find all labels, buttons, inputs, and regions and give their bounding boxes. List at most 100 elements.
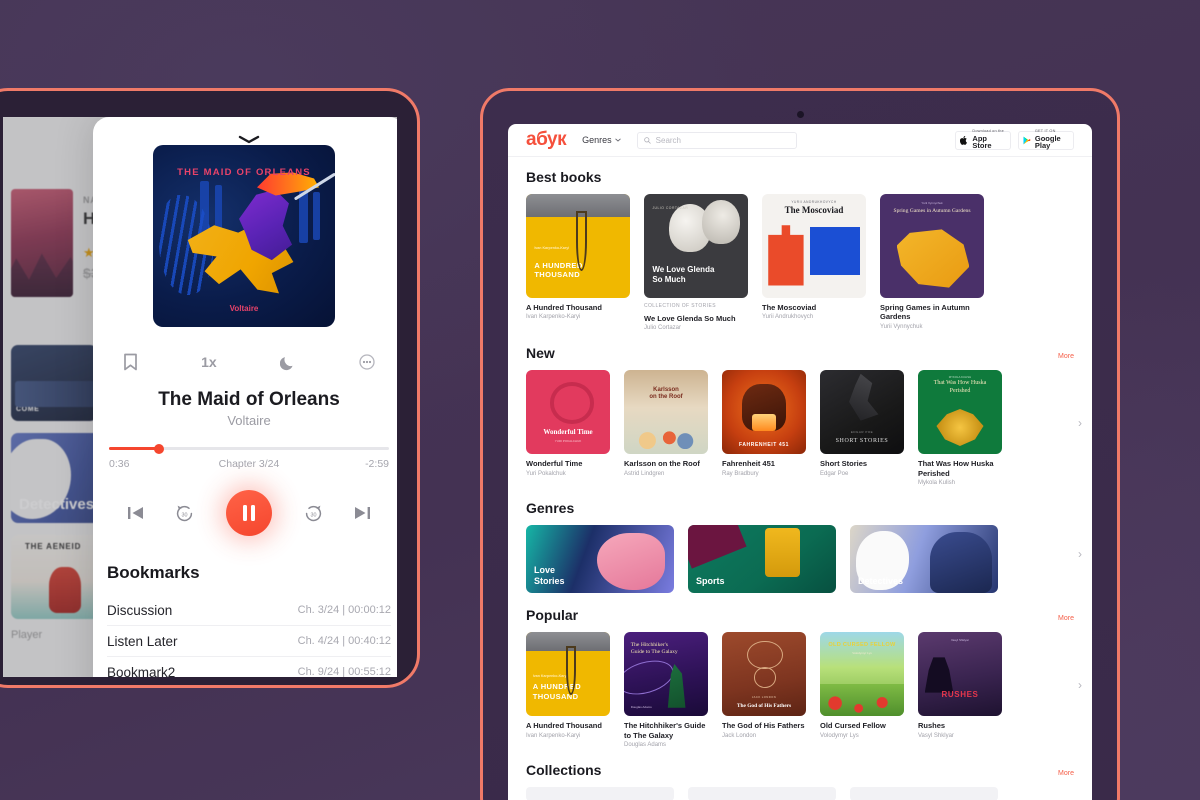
genre-row: Love Stories Sports Detectives: [526, 525, 1074, 594]
book-row: Ivan Karpenko-Karyi A HUNDRED THOUSAND A…: [526, 632, 1074, 748]
genre-label: Detectives: [858, 575, 904, 586]
bookmark-meta: Ch. 9/24 | 00:55:12: [297, 666, 391, 677]
book-card[interactable]: OLD CURSED FELLOW Volodymyr Lys Old Curs…: [820, 632, 904, 748]
more-link[interactable]: More: [1058, 770, 1074, 777]
book-cover: Ivan Karpenko-Karyi A HUNDRED THOUSAND: [526, 632, 610, 717]
more-icon[interactable]: [359, 354, 375, 370]
book-cover: Ivan Karpenko-Karyi A HUNDRED THOUSAND: [526, 194, 630, 298]
album-cover[interactable]: THE MAID OF ORLEANS Voltaire: [153, 145, 335, 327]
book-title: Rushes: [918, 721, 946, 731]
google-play-icon: [1023, 136, 1031, 144]
book-title: We Love Glenda So Much: [644, 314, 736, 323]
book-card[interactable]: MYKOLA KULISH That Was How Huska Perishe…: [918, 370, 1002, 486]
book-title: A Hundred Thousand: [526, 721, 602, 731]
book-card[interactable]: Ivan Karpenko-Karyi A HUNDRED THOUSAND A…: [526, 632, 610, 748]
bookmark-meta: Ch. 3/24 | 00:00:12: [297, 604, 391, 616]
book-card[interactable]: Karlsson on the Roof Karlsson on the Roo…: [624, 370, 708, 486]
book-card[interactable]: Vasyl Shklyar RUSHES Rushes Vasyl Shklya…: [918, 632, 1002, 748]
book-cover: Wonderful Time YURI POKALCHUK: [526, 370, 610, 455]
book-author: Yurii Vynnychuk: [880, 323, 923, 330]
play-pause-button[interactable]: [225, 490, 272, 536]
collection-card[interactable]: [850, 786, 998, 800]
chevron-right-icon[interactable]: ›: [1078, 416, 1082, 430]
progress-thumb[interactable]: [154, 443, 165, 454]
genre-card-sports[interactable]: Sports: [688, 525, 836, 594]
book-card[interactable]: Yurii Vynnychuk Spring Games in Autumn G…: [880, 194, 984, 331]
volume-down-button[interactable]: [1117, 247, 1120, 287]
book-author: Yuri Pokalchuk: [526, 470, 566, 477]
book-author: Julio Cortazar: [644, 325, 682, 332]
book-kicker: COLLECTION OF STORIES: [644, 303, 716, 309]
book-card[interactable]: Ivan Karpenko-Karyi A HUNDRED THOUSAND A…: [526, 194, 630, 331]
book-cover: OLD CURSED FELLOW Volodymyr Lys: [820, 632, 904, 717]
app-store-label: App Store: [972, 133, 992, 151]
book-cover: FAHRENHEIT 451: [722, 370, 806, 455]
section-title: Genres: [526, 500, 575, 517]
chevron-right-icon[interactable]: ›: [1078, 678, 1082, 692]
genres-menu[interactable]: Genres: [582, 135, 621, 145]
section-best-books: Best books Ivan Karpenko-Karyi A HUNDRED…: [526, 169, 1074, 331]
skip-next-icon[interactable]: [354, 505, 371, 521]
bookmark-name: Listen Later: [107, 633, 178, 649]
apple-icon: [960, 135, 967, 145]
book-card[interactable]: FAHRENHEIT 451 Fahrenheit 451 Ray Bradbu…: [722, 370, 806, 486]
phone-device-frame: NADIYA HUMENYUK Heather H ★★★★★ $3.50 $2…: [0, 88, 420, 688]
list-item[interactable]: Bookmark2 Ch. 9/24 | 00:55:12: [107, 657, 391, 678]
book-title: The Moscoviad: [762, 303, 817, 312]
bookmark-name: Bookmark2: [107, 664, 176, 678]
bookmark-icon[interactable]: [123, 353, 138, 371]
book-title: Short Stories: [820, 459, 868, 469]
search-input[interactable]: Search: [636, 131, 797, 149]
book-cover: YURII ANDRUKHOVYCH The Moscoviad: [762, 194, 866, 298]
svg-text:30: 30: [182, 512, 188, 518]
book-row: Wonderful Time YURI POKALCHUK Wonderful …: [526, 370, 1074, 486]
tablet-device-frame: абук Genres Search Download on the App S…: [480, 88, 1120, 800]
forward-30-icon[interactable]: 30: [304, 504, 323, 523]
book-card[interactable]: JACK LONDON The God of His Fathers The G…: [722, 632, 806, 748]
book-card[interactable]: The Hitchhiker's Guide to The Galaxy Dou…: [624, 632, 708, 748]
book-card[interactable]: YURII ANDRUKHOVYCH The Moscoviad The Mos…: [762, 194, 866, 331]
list-item[interactable]: Listen Later Ch. 4/24 | 00:40:12: [107, 626, 391, 657]
section-title: Popular: [526, 607, 579, 624]
section-new: New More Wonderful Time YURI POKALCHUK W…: [526, 345, 1082, 486]
skip-previous-icon[interactable]: [127, 505, 144, 521]
more-link[interactable]: More: [1058, 353, 1074, 360]
section-title: Best books: [526, 169, 602, 185]
rewind-30-icon[interactable]: 30: [175, 504, 194, 523]
book-title: The Hitchhiker's Guide to The Galaxy: [624, 721, 706, 740]
book-cover: JULIO CORTAZAR We Love Glenda So Much: [644, 194, 748, 298]
search-icon: [643, 136, 651, 144]
collection-card[interactable]: [688, 786, 836, 800]
book-cover: EDGAR POE SHORT STORIES: [820, 370, 904, 455]
app-store-badge[interactable]: Download on the App Store: [955, 129, 1011, 151]
book-title: Old Cursed Fellow: [820, 721, 886, 731]
genre-label: Sports: [696, 575, 725, 586]
progress-slider[interactable]: 0:36 -2:59 Chapter 3/24: [109, 442, 389, 476]
list-item[interactable]: Discussion Ch. 3/24 | 00:00:12: [107, 595, 391, 626]
google-play-badge[interactable]: GET IT ON Google Play: [1018, 129, 1074, 150]
chevron-right-icon[interactable]: ›: [1078, 547, 1082, 561]
collection-card[interactable]: [526, 786, 674, 800]
now-playing-author: Voltaire: [227, 413, 271, 428]
book-card[interactable]: Wonderful Time YURI POKALCHUK Wonderful …: [526, 370, 610, 486]
book-card[interactable]: JULIO CORTAZAR We Love Glenda So Much CO…: [644, 194, 748, 331]
genre-card-love-stories[interactable]: Love Stories: [526, 525, 674, 594]
more-link[interactable]: More: [1058, 615, 1074, 622]
transport-controls: 30 30: [93, 485, 397, 541]
book-cover: Vasyl Shklyar RUSHES: [918, 632, 1002, 717]
site-logo[interactable]: абук: [526, 129, 567, 151]
genre-card-detectives[interactable]: Detectives: [850, 525, 998, 594]
site-header: абук Genres Search Download on the App S…: [508, 124, 1092, 157]
player-sheet: THE MAID OF ORLEANS Voltaire 1x The Maid…: [93, 117, 397, 677]
front-camera: [796, 111, 804, 118]
book-author: Yurii Andrukhovych: [762, 314, 814, 321]
cover-author-text: Voltaire: [229, 304, 259, 313]
moon-icon[interactable]: [279, 354, 296, 371]
book-author: Ray Bradbury: [722, 470, 759, 477]
phone-screen: NADIYA HUMENYUK Heather H ★★★★★ $3.50 $2…: [3, 117, 397, 677]
volume-up-button[interactable]: [1117, 209, 1120, 239]
playback-speed-button[interactable]: 1x: [201, 354, 217, 370]
book-title: That Was How Huska Perished: [918, 459, 994, 478]
site-content: Best books Ivan Karpenko-Karyi A HUNDRED…: [508, 157, 1092, 800]
book-card[interactable]: EDGAR POE SHORT STORIES Short Stories Ed…: [820, 370, 904, 486]
